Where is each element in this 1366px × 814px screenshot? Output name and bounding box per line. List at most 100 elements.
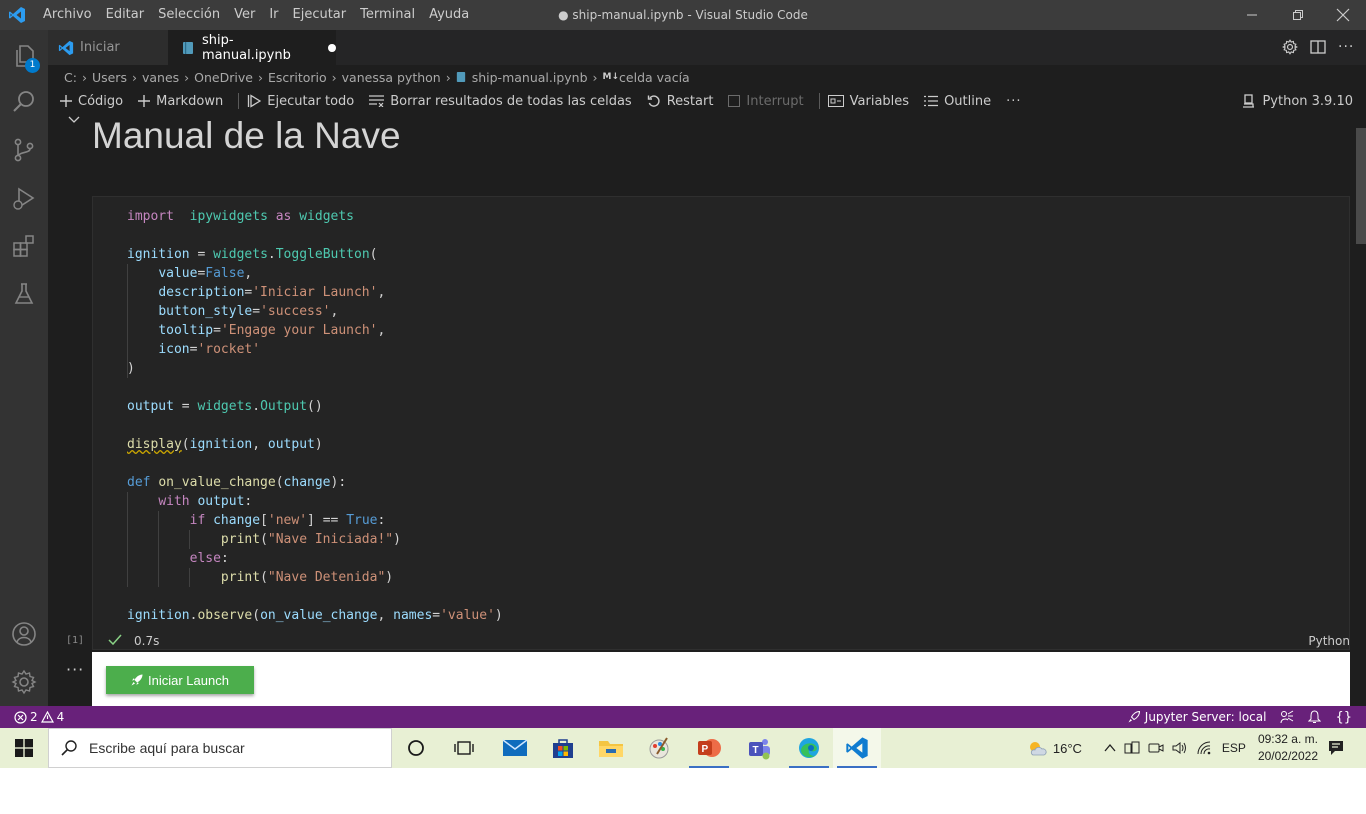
code-editor[interactable]: import ipywidgets as widgets ignition = w… <box>127 207 503 625</box>
unsaved-dot-icon[interactable] <box>328 43 336 52</box>
tab-iniciar[interactable]: Iniciar <box>48 30 168 65</box>
code-token: tooltip <box>158 323 214 338</box>
system-clock[interactable]: 09:32 a. m. 20/02/2022 <box>1258 731 1318 765</box>
jupyter-server-status[interactable]: Jupyter Server: local <box>1128 710 1266 724</box>
file-explorer-icon[interactable] <box>587 728 635 768</box>
breadcrumb-item[interactable]: Users <box>92 70 127 85</box>
code-token: ( <box>252 608 261 623</box>
code-token: , <box>330 304 339 319</box>
teams-app-icon[interactable]: T <box>735 728 783 768</box>
code-token: ) <box>393 532 401 547</box>
volume-icon[interactable] <box>1172 741 1188 755</box>
powerpoint-app-icon[interactable]: P <box>685 728 733 768</box>
menu-seleccion[interactable]: Selección <box>151 0 227 30</box>
toolbar-more-button[interactable]: ··· <box>1006 94 1021 109</box>
input-language[interactable]: ESP <box>1222 741 1246 755</box>
breadcrumb-item[interactable]: OneDrive <box>194 70 253 85</box>
search-icon[interactable] <box>0 78 48 126</box>
markdown-heading[interactable]: Manual de la Nave <box>92 115 401 157</box>
notification-center-icon[interactable] <box>1328 740 1344 756</box>
close-button[interactable] <box>1320 0 1366 30</box>
code-line: print("Nave Iniciada!") <box>127 530 503 549</box>
menu-ir[interactable]: Ir <box>262 0 285 30</box>
testing-flask-icon[interactable] <box>0 270 48 318</box>
run-all-button[interactable]: Ejecutar todo <box>247 94 354 109</box>
clear-outputs-button[interactable]: Borrar resultados de todas las celdas <box>369 94 632 109</box>
iniciar-launch-toggle-button[interactable]: Iniciar Launch <box>106 666 254 694</box>
code-token: ToggleButton <box>275 247 370 262</box>
menu-terminal[interactable]: Terminal <box>353 0 422 30</box>
code-token: 'value' <box>440 608 495 623</box>
output-more-icon[interactable]: ··· <box>66 660 84 679</box>
menu-ejecutar[interactable]: Ejecutar <box>286 0 354 30</box>
settings-gear-icon[interactable] <box>1282 39 1298 55</box>
meet-now-icon[interactable] <box>1148 741 1164 755</box>
vscode-taskbar-icon[interactable] <box>833 728 881 768</box>
devices-icon[interactable] <box>1124 741 1140 755</box>
interrupt-label: Interrupt <box>746 93 804 109</box>
temperature-label[interactable]: 16°C <box>1053 741 1082 756</box>
braces-icon[interactable]: {} <box>1335 710 1352 725</box>
task-view-icon[interactable] <box>440 728 488 768</box>
edge-browser-icon[interactable] <box>785 728 833 768</box>
warning-count: 4 <box>56 710 65 724</box>
breadcrumb-item[interactable]: C: <box>64 70 77 85</box>
code-cell[interactable]: import ipywidgets as widgets ignition = w… <box>92 196 1350 650</box>
restart-button[interactable]: Restart <box>647 94 713 109</box>
breadcrumb-item[interactable]: vanessa python <box>342 70 441 85</box>
manage-gear-icon[interactable] <box>0 658 48 706</box>
restore-button[interactable] <box>1275 0 1321 30</box>
weather-icon[interactable] <box>1027 739 1047 757</box>
add-markdown-cell-button[interactable]: Markdown <box>138 94 223 109</box>
run-debug-icon[interactable] <box>0 174 48 222</box>
paint-app-icon[interactable] <box>635 728 683 768</box>
minimize-button[interactable] <box>1229 0 1275 30</box>
kernel-picker[interactable]: Python 3.9.10 <box>1242 88 1353 114</box>
variables-label: Variables <box>849 93 910 109</box>
code-token: icon <box>158 342 190 357</box>
outline-button[interactable]: Outline <box>924 94 991 109</box>
breadcrumb-cell[interactable]: celda vacía <box>619 70 690 85</box>
menu-editar[interactable]: Editar <box>99 0 152 30</box>
store-app-icon[interactable] <box>539 728 587 768</box>
split-editor-icon[interactable] <box>1310 40 1326 54</box>
more-actions-icon[interactable]: ··· <box>1338 39 1354 55</box>
tray-chevron-up-icon[interactable] <box>1104 744 1116 752</box>
cortana-circle-icon[interactable] <box>392 728 440 768</box>
code-line: import ipywidgets as widgets <box>127 207 503 226</box>
menu-ver[interactable]: Ver <box>227 0 262 30</box>
source-control-icon[interactable] <box>0 126 48 174</box>
taskbar-search-box[interactable]: Escribe aquí para buscar <box>48 728 392 768</box>
extensions-icon[interactable] <box>0 222 48 270</box>
notebook-file-icon <box>182 41 194 55</box>
variables-button[interactable]: Variables <box>827 93 910 109</box>
collapse-cell-chevron-icon[interactable] <box>68 116 80 124</box>
mail-app-icon[interactable] <box>491 728 539 768</box>
wifi-icon[interactable] <box>1196 741 1212 755</box>
notifications-bell-icon[interactable] <box>1308 710 1322 724</box>
feedback-icon[interactable] <box>1280 710 1294 724</box>
cell-language[interactable]: Python <box>1308 634 1350 648</box>
account-icon[interactable] <box>0 610 48 658</box>
code-token: button_style <box>158 304 253 319</box>
add-code-cell-button[interactable]: Código <box>60 94 123 109</box>
tab-ship-manual[interactable]: ship-manual.ipynb <box>168 30 336 65</box>
breadcrumb-item[interactable]: ship-manual.ipynb <box>472 70 588 85</box>
editor-scrollbar[interactable] <box>1356 128 1366 244</box>
problems-indicator[interactable]: 2 4 <box>14 706 64 728</box>
menu-archivo[interactable]: Archivo <box>36 0 99 30</box>
menu-ayuda[interactable]: Ayuda <box>422 0 476 30</box>
clear-all-icon <box>369 95 385 107</box>
notebook-file-icon <box>456 71 466 83</box>
interrupt-button[interactable]: Interrupt <box>728 93 804 109</box>
code-token: as <box>275 209 292 224</box>
breadcrumb-item[interactable]: Escritorio <box>268 70 327 85</box>
start-windows-icon[interactable] <box>0 728 48 768</box>
code-line: else: <box>127 549 503 568</box>
explorer-icon[interactable]: 1 <box>0 32 48 80</box>
breadcrumb-item[interactable]: vanes <box>142 70 179 85</box>
